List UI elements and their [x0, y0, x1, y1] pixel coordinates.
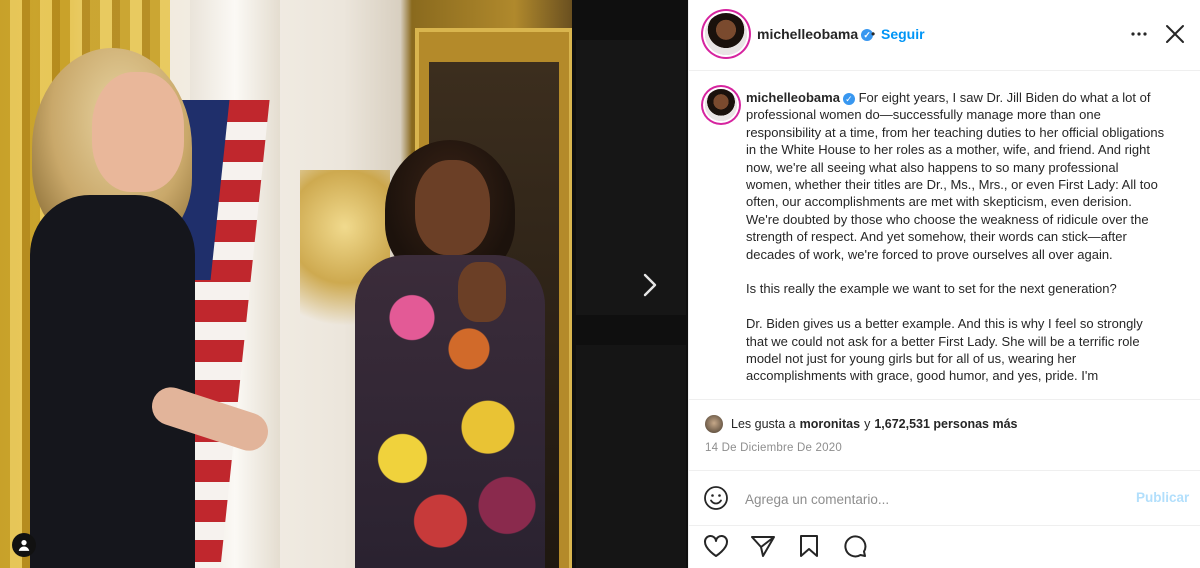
caption-paragraph-1: michelleobama ✓ For eight years, I saw Dr… — [746, 90, 1165, 262]
send-icon — [751, 536, 775, 557]
photo-person-left-body — [30, 195, 195, 568]
close-icon — [1166, 25, 1184, 43]
follow-button[interactable]: Seguir — [881, 26, 925, 42]
comment-icon — [844, 535, 867, 558]
caption-paragraph-2: Is this really the example we want to se… — [746, 281, 1117, 297]
post-header: michelleobama ✓ • Seguir — [689, 0, 1200, 71]
comment-bar: Publicar — [689, 470, 1200, 526]
comment-button[interactable] — [841, 532, 869, 560]
emoji-icon[interactable] — [703, 485, 729, 511]
more-options-icon — [1131, 32, 1147, 36]
media-gap-shade — [576, 40, 686, 315]
post-actions — [689, 532, 1200, 562]
liker-avatar — [705, 415, 723, 433]
publish-button[interactable]: Publicar — [1136, 490, 1189, 505]
photo-person-right-dress — [355, 255, 545, 568]
avatar[interactable] — [705, 13, 747, 55]
caption-username[interactable]: michelleobama — [746, 90, 840, 105]
user-tag-icon[interactable] — [12, 533, 36, 557]
post-panel: michelleobama ✓ • Seguir michelleobama ✓ F… — [688, 0, 1200, 568]
caption-avatar[interactable] — [705, 89, 737, 121]
photo-person-left-face — [92, 72, 184, 192]
likes-count[interactable]: 1,672,531 personas más — [874, 417, 1017, 431]
verified-badge-icon: ✓ — [842, 92, 855, 105]
bookmark-icon — [800, 535, 818, 557]
next-post-button[interactable] — [636, 270, 664, 300]
chevron-right-icon — [643, 273, 657, 297]
photo-person-right-hands — [458, 262, 506, 322]
caption-text: michelleobama ✓ For eight years, I saw Dr… — [746, 89, 1166, 399]
media-gap-shade-lower — [576, 345, 686, 568]
comment-input[interactable] — [743, 488, 1107, 510]
photo-person-right-face — [415, 160, 490, 255]
post-date: 14 De Diciembre De 2020 — [705, 442, 842, 454]
post-photo[interactable] — [0, 0, 572, 568]
share-button[interactable] — [749, 532, 777, 560]
likes-summary[interactable]: Les gusta a moronitas y 1,672,531 person… — [705, 414, 1021, 434]
header-username[interactable]: michelleobama ✓ — [757, 26, 874, 42]
close-button[interactable] — [1161, 20, 1189, 48]
save-button[interactable] — [795, 532, 823, 560]
more-options-button[interactable] — [1127, 22, 1151, 46]
header-separator: • — [871, 27, 876, 41]
liker-username[interactable]: moronitas — [800, 417, 860, 431]
like-button[interactable] — [702, 532, 730, 560]
caption-section: michelleobama ✓ For eight years, I saw Dr… — [689, 71, 1200, 400]
caption-paragraph-3: Dr. Biden gives us a better example. And… — [746, 316, 1143, 384]
heart-icon — [704, 535, 728, 557]
